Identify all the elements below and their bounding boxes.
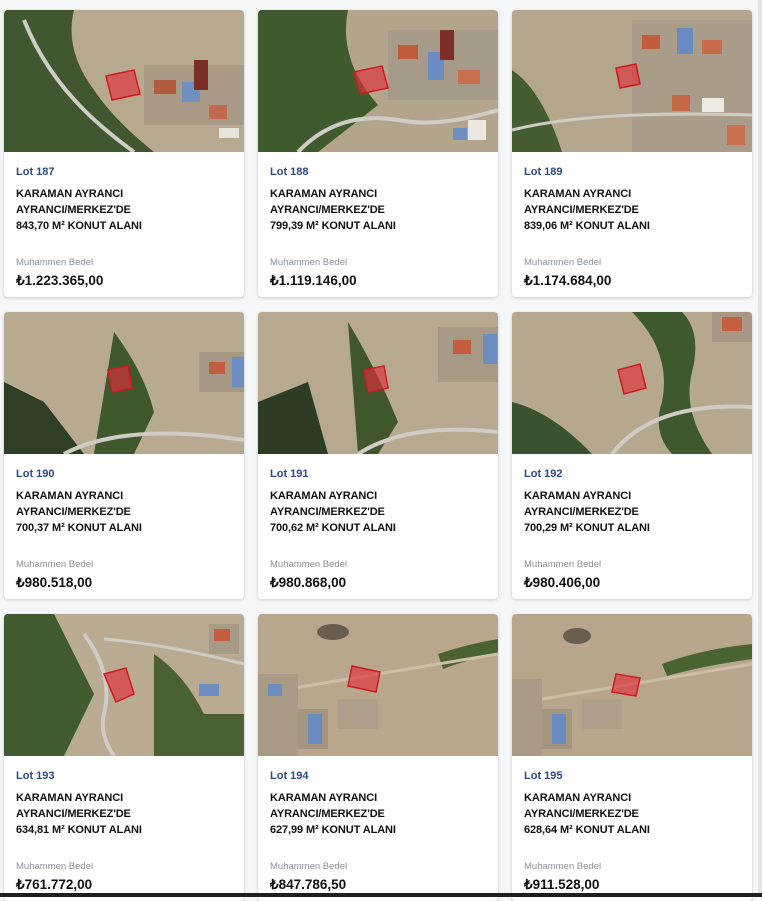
satellite-map <box>258 614 498 756</box>
lot-title-line2: 839,06 M² KONUT ALANI <box>524 220 650 232</box>
price-value: ₺980.518,00 <box>16 575 93 590</box>
price-value: ₺980.868,00 <box>270 575 347 590</box>
price-label: Muhammen Bedel <box>524 559 602 570</box>
lot-number: Lot 191 <box>270 468 309 480</box>
lot-card[interactable]: Lot 192 KARAMAN AYRANCI AYRANCI/MERKEZ'D… <box>512 312 752 599</box>
lot-title-line1: KARAMAN AYRANCI AYRANCI/MERKEZ'DE <box>270 188 385 216</box>
lot-title: KARAMAN AYRANCI AYRANCI/MERKEZ'DE 700,37… <box>16 488 232 536</box>
lot-title-line1: KARAMAN AYRANCI AYRANCI/MERKEZ'DE <box>16 792 131 820</box>
bottom-edge-bar <box>0 893 762 897</box>
lot-title-line1: KARAMAN AYRANCI AYRANCI/MERKEZ'DE <box>16 490 131 518</box>
satellite-map <box>512 10 752 152</box>
price-value: ₺847.786,50 <box>270 877 347 892</box>
lot-card[interactable]: Lot 187 KARAMAN AYRANCI AYRANCI/MERKEZ'D… <box>4 10 244 297</box>
price-value: ₺761.772,00 <box>16 877 93 892</box>
lot-number: Lot 192 <box>524 468 563 480</box>
lot-title-line1: KARAMAN AYRANCI AYRANCI/MERKEZ'DE <box>16 188 131 216</box>
satellite-map <box>258 10 498 152</box>
lot-title-line1: KARAMAN AYRANCI AYRANCI/MERKEZ'DE <box>524 490 639 518</box>
satellite-map <box>258 312 498 454</box>
lot-title-line2: 700,37 M² KONUT ALANI <box>16 522 142 534</box>
price-label: Muhammen Bedel <box>270 559 348 570</box>
parcel-map-image[interactable] <box>512 614 752 756</box>
lot-title-line2: 799,39 M² KONUT ALANI <box>270 220 396 232</box>
lot-number: Lot 188 <box>270 166 309 178</box>
price-value: ₺911.528,00 <box>524 877 600 892</box>
lot-title-line1: KARAMAN AYRANCI AYRANCI/MERKEZ'DE <box>524 792 639 820</box>
lot-title: KARAMAN AYRANCI AYRANCI/MERKEZ'DE 799,39… <box>270 186 486 234</box>
price-value: ₺1.174.684,00 <box>524 273 612 288</box>
parcel-map-image[interactable] <box>4 312 244 454</box>
satellite-map <box>4 614 244 756</box>
price-label: Muhammen Bedel <box>524 861 602 872</box>
lot-number: Lot 189 <box>524 166 563 178</box>
lot-title: KARAMAN AYRANCI AYRANCI/MERKEZ'DE 700,62… <box>270 488 486 536</box>
parcel-map-image[interactable] <box>258 312 498 454</box>
lot-title: KARAMAN AYRANCI AYRANCI/MERKEZ'DE 628,64… <box>524 790 740 838</box>
lot-title: KARAMAN AYRANCI AYRANCI/MERKEZ'DE 843,70… <box>16 186 232 234</box>
price-label: Muhammen Bedel <box>270 257 348 268</box>
price-label: Muhammen Bedel <box>16 861 94 872</box>
price-value: ₺1.119.146,00 <box>270 273 357 288</box>
lot-title: KARAMAN AYRANCI AYRANCI/MERKEZ'DE 700,29… <box>524 488 740 536</box>
lot-number: Lot 190 <box>16 468 55 480</box>
satellite-map <box>512 312 752 454</box>
lot-card[interactable]: Lot 195 KARAMAN AYRANCI AYRANCI/MERKEZ'D… <box>512 614 752 901</box>
lot-title-line2: 843,70 M² KONUT ALANI <box>16 220 142 232</box>
lot-grid: Lot 187 KARAMAN AYRANCI AYRANCI/MERKEZ'D… <box>4 10 752 901</box>
parcel-map-image[interactable] <box>258 10 498 152</box>
parcel-map-image[interactable] <box>512 10 752 152</box>
lot-title-line2: 627,99 M² KONUT ALANI <box>270 824 396 836</box>
price-label: Muhammen Bedel <box>16 257 94 268</box>
lot-title-line2: 700,62 M² KONUT ALANI <box>270 522 396 534</box>
lot-title-line1: KARAMAN AYRANCI AYRANCI/MERKEZ'DE <box>524 188 639 216</box>
lot-number: Lot 194 <box>270 770 309 782</box>
price-label: Muhammen Bedel <box>16 559 94 570</box>
lot-number: Lot 195 <box>524 770 563 782</box>
price-value: ₺980.406,00 <box>524 575 601 590</box>
lot-card[interactable]: Lot 188 KARAMAN AYRANCI AYRANCI/MERKEZ'D… <box>258 10 498 297</box>
lot-card[interactable]: Lot 189 KARAMAN AYRANCI AYRANCI/MERKEZ'D… <box>512 10 752 297</box>
lot-title: KARAMAN AYRANCI AYRANCI/MERKEZ'DE 627,99… <box>270 790 486 838</box>
lot-number: Lot 187 <box>16 166 55 178</box>
price-label: Muhammen Bedel <box>270 861 348 872</box>
lot-card[interactable]: Lot 190 KARAMAN AYRANCI AYRANCI/MERKEZ'D… <box>4 312 244 599</box>
lot-title-line2: 628,64 M² KONUT ALANI <box>524 824 650 836</box>
satellite-map <box>4 312 244 454</box>
lot-number: Lot 193 <box>16 770 55 782</box>
price-value: ₺1.223.365,00 <box>16 273 104 288</box>
lot-card[interactable]: Lot 193 KARAMAN AYRANCI AYRANCI/MERKEZ'D… <box>4 614 244 901</box>
parcel-map-image[interactable] <box>512 312 752 454</box>
lot-title: KARAMAN AYRANCI AYRANCI/MERKEZ'DE 634,81… <box>16 790 232 838</box>
lot-card[interactable]: Lot 191 KARAMAN AYRANCI AYRANCI/MERKEZ'D… <box>258 312 498 599</box>
lot-title: KARAMAN AYRANCI AYRANCI/MERKEZ'DE 839,06… <box>524 186 740 234</box>
parcel-map-image[interactable] <box>258 614 498 756</box>
page-scrollbar[interactable] <box>758 0 762 897</box>
parcel-map-image[interactable] <box>4 10 244 152</box>
lot-title-line1: KARAMAN AYRANCI AYRANCI/MERKEZ'DE <box>270 490 385 518</box>
lot-card[interactable]: Lot 194 KARAMAN AYRANCI AYRANCI/MERKEZ'D… <box>258 614 498 901</box>
satellite-map <box>4 10 244 152</box>
satellite-map <box>512 614 752 756</box>
lot-title-line2: 634,81 M² KONUT ALANI <box>16 824 142 836</box>
price-label: Muhammen Bedel <box>524 257 602 268</box>
lot-title-line1: KARAMAN AYRANCI AYRANCI/MERKEZ'DE <box>270 792 385 820</box>
lot-title-line2: 700,29 M² KONUT ALANI <box>524 522 650 534</box>
parcel-map-image[interactable] <box>4 614 244 756</box>
